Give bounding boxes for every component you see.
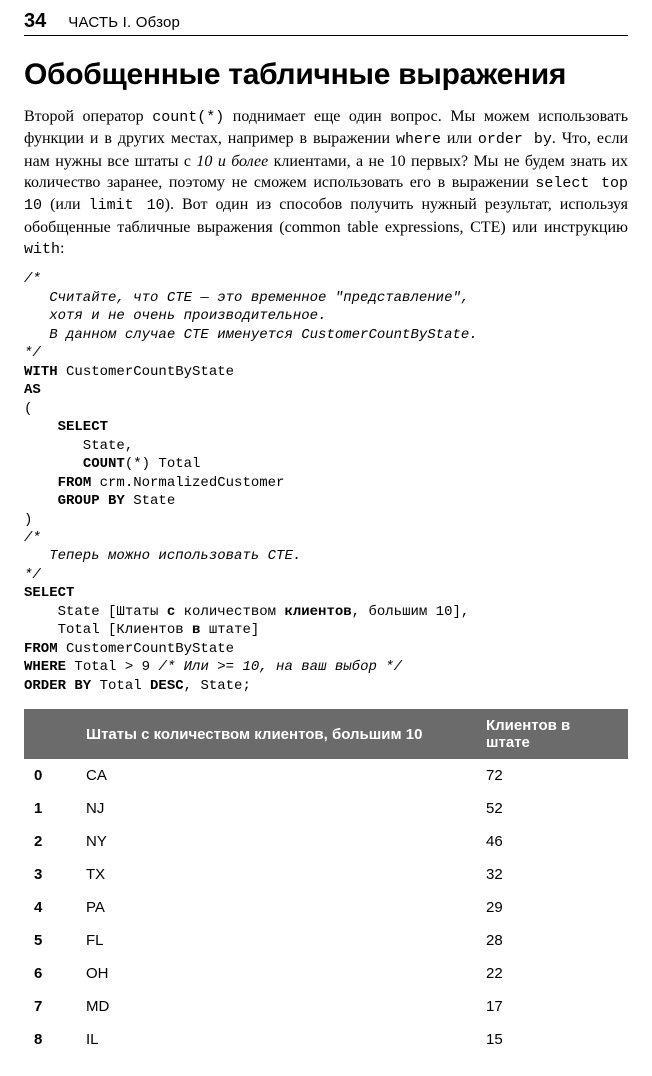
row-index: 7 <box>24 990 76 1023</box>
page-header: 34 ЧАСТЬ I. Обзор <box>24 10 628 36</box>
row-state: MD <box>76 990 476 1023</box>
kw: SELECT <box>24 585 74 601</box>
inline-code: limit 10 <box>89 197 165 214</box>
table-row: 6OH22 <box>24 957 628 990</box>
code-comment: /* <box>24 271 41 287</box>
code-text: State [Штаты <box>24 604 167 620</box>
code-text: Total [Клиентов <box>24 622 192 638</box>
kw: клиентов <box>284 604 351 620</box>
row-state: OH <box>76 957 476 990</box>
kw: WHERE <box>24 659 66 675</box>
table-header-col1: Штаты с количеством клиентов, большим 10 <box>76 709 476 759</box>
row-state: TX <box>76 858 476 891</box>
row-index: 1 <box>24 792 76 825</box>
row-index: 0 <box>24 759 76 792</box>
table-row: 7MD17 <box>24 990 628 1023</box>
kw: DESC <box>150 678 184 694</box>
row-count: 72 <box>476 759 628 792</box>
table-row: 8IL15 <box>24 1023 628 1056</box>
result-table: Штаты с количеством клиентов, большим 10… <box>24 709 628 1056</box>
code-text: CustomerCountByState <box>58 364 234 380</box>
code-text <box>24 475 58 491</box>
kw: с <box>167 604 175 620</box>
row-index: 5 <box>24 924 76 957</box>
table-header-col2: Клиентов в штате <box>476 709 628 759</box>
section-title: Обобщенные табличные выражения <box>24 58 628 92</box>
kw: WITH <box>24 364 58 380</box>
row-index: 6 <box>24 957 76 990</box>
table-row: 5FL28 <box>24 924 628 957</box>
row-state: CA <box>76 759 476 792</box>
code-comment: Теперь можно использовать CTE. <box>24 548 301 564</box>
kw: COUNT <box>83 456 125 472</box>
text: или <box>441 130 478 147</box>
text: Второй оператор <box>24 108 152 125</box>
running-head: ЧАСТЬ I. Обзор <box>68 14 180 31</box>
code-text: Total <box>91 678 150 694</box>
table-header-index <box>24 709 76 759</box>
code-text: (*) Total <box>125 456 201 472</box>
row-index: 8 <box>24 1023 76 1056</box>
row-count: 52 <box>476 792 628 825</box>
table-row: 3TX32 <box>24 858 628 891</box>
code-comment: В данном случае CTE именуется CustomerCo… <box>24 327 478 343</box>
kw: FROM <box>58 475 92 491</box>
row-count: 29 <box>476 891 628 924</box>
code-text: , большим 10], <box>352 604 470 620</box>
kw: GROUP BY <box>58 493 125 509</box>
code-text: crm.NormalizedCustomer <box>91 475 284 491</box>
code-text: штате] <box>200 622 259 638</box>
inline-code: with <box>24 241 60 258</box>
emphasis: 10 и более <box>196 153 268 170</box>
row-state: NY <box>76 825 476 858</box>
row-count: 32 <box>476 858 628 891</box>
table-row: 1NJ52 <box>24 792 628 825</box>
code-text: State <box>125 493 175 509</box>
code-text: State, <box>24 438 133 454</box>
code-comment: Считайте, что CTE — это временное "предс… <box>24 290 469 306</box>
code-text <box>24 456 83 472</box>
page-number: 34 <box>24 10 46 33</box>
code-text <box>24 493 58 509</box>
code-comment: */ <box>24 567 41 583</box>
row-count: 15 <box>476 1023 628 1056</box>
inline-code: order by <box>478 131 552 148</box>
inline-code: count(*) <box>152 109 224 126</box>
row-count: 17 <box>476 990 628 1023</box>
code-comment: /* Или >= 10, на ваш выбор */ <box>158 659 402 675</box>
kw: ORDER BY <box>24 678 91 694</box>
row-index: 4 <box>24 891 76 924</box>
table-row: 2NY46 <box>24 825 628 858</box>
body-paragraph: Второй оператор count(*) поднимает еще о… <box>24 106 628 260</box>
code-text: Total > 9 <box>66 659 158 675</box>
text: (или <box>42 196 89 213</box>
kw: AS <box>24 382 41 398</box>
code-comment: /* <box>24 530 41 546</box>
row-state: IL <box>76 1023 476 1056</box>
row-count: 28 <box>476 924 628 957</box>
table-row: 0CA72 <box>24 759 628 792</box>
inline-code: where <box>396 131 441 148</box>
code-block: /* Считайте, что CTE — это временное "пр… <box>24 270 628 695</box>
row-count: 22 <box>476 957 628 990</box>
text: : <box>60 240 64 257</box>
code-text: CustomerCountByState <box>58 641 234 657</box>
table-header-row: Штаты с количеством клиентов, большим 10… <box>24 709 628 759</box>
row-state: NJ <box>76 792 476 825</box>
row-index: 3 <box>24 858 76 891</box>
code-comment: хотя и не очень производительное. <box>24 308 326 324</box>
code-text: ) <box>24 512 32 528</box>
code-text: , State; <box>184 678 251 694</box>
row-state: PA <box>76 891 476 924</box>
row-index: 2 <box>24 825 76 858</box>
table-row: 4PA29 <box>24 891 628 924</box>
code-text: количеством <box>175 604 284 620</box>
kw: FROM <box>24 641 58 657</box>
kw: SELECT <box>24 419 108 435</box>
code-text: ( <box>24 401 32 417</box>
code-comment: */ <box>24 345 41 361</box>
row-count: 46 <box>476 825 628 858</box>
row-state: FL <box>76 924 476 957</box>
